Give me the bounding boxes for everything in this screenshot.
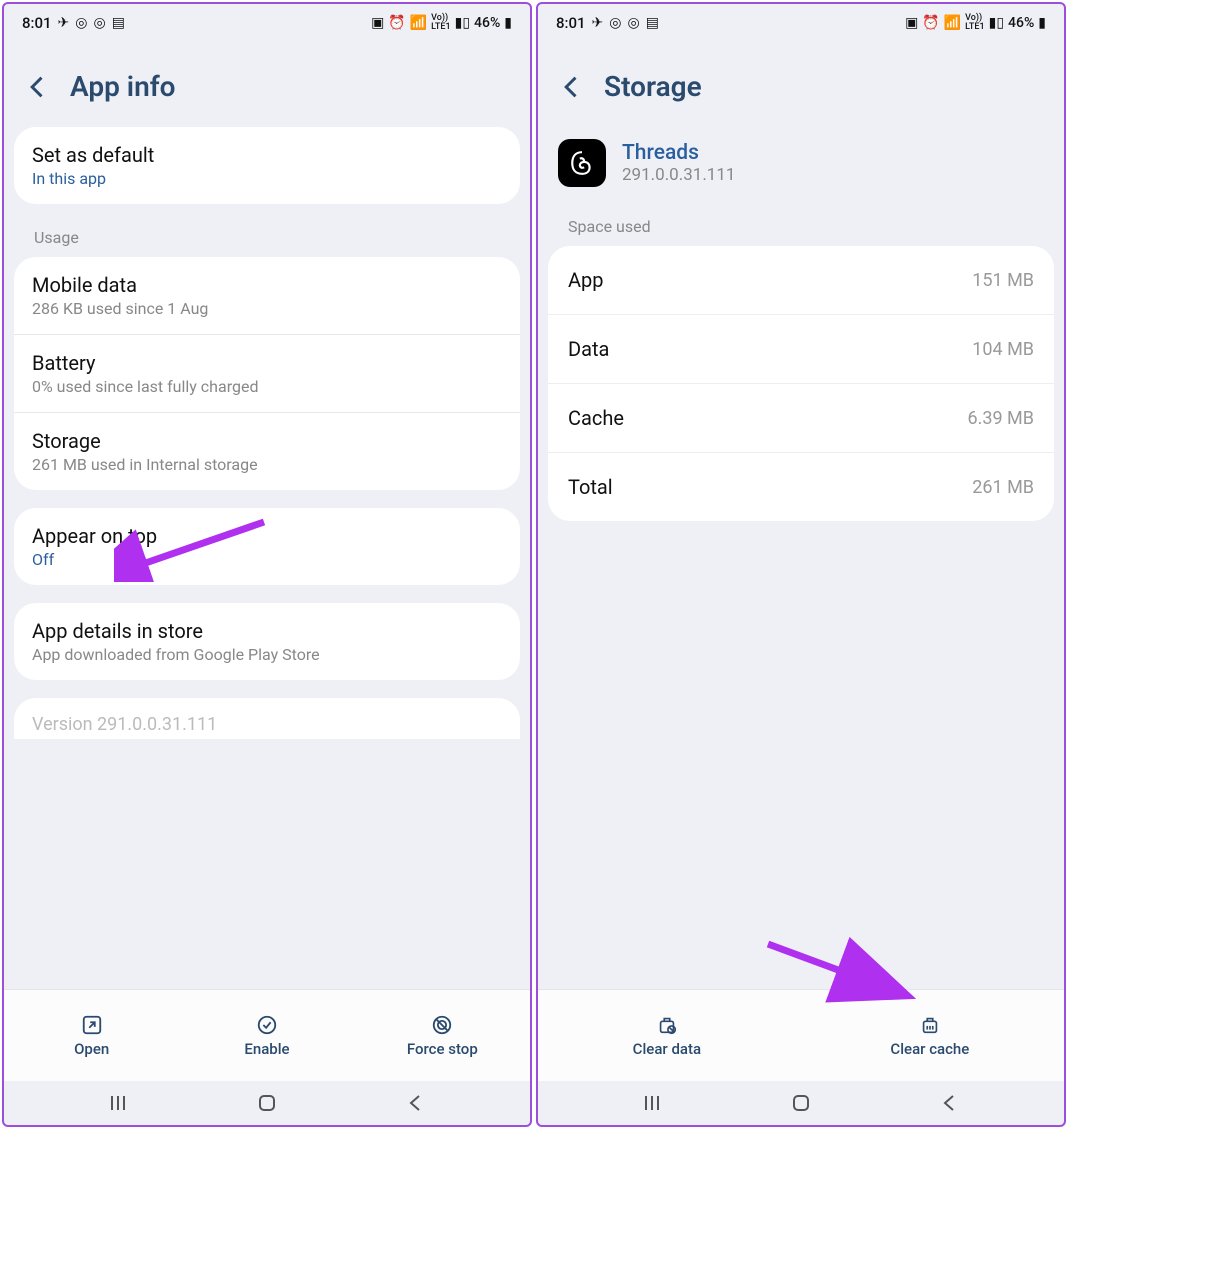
battery-icon: ▮: [1038, 15, 1046, 31]
alarm-icon: ▣: [905, 15, 918, 31]
app-row: Threads 291.0.0.31.111: [548, 127, 1054, 211]
row-app: App 151 MB: [548, 246, 1054, 315]
store-card[interactable]: App details in store App downloaded from…: [14, 603, 520, 680]
telegram-icon: ✈: [58, 15, 70, 31]
battery-text: 46%: [474, 15, 500, 31]
storage-item[interactable]: Storage 261 MB used in Internal storage: [14, 413, 520, 490]
instagram-icon: ◎: [609, 15, 621, 31]
clock-icon: ⏰: [922, 15, 939, 31]
space-used-label: Space used: [548, 211, 1054, 246]
space-card: App 151 MB Data 104 MB Cache 6.39 MB Tot…: [548, 246, 1054, 521]
signal-icon: ▮▯: [989, 15, 1004, 31]
home-button[interactable]: [255, 1091, 279, 1115]
back-icon[interactable]: [558, 73, 586, 101]
bottom-bar: Open Enable Force stop: [4, 989, 530, 1081]
signal-icon: ▮▯: [455, 15, 470, 31]
page-header: App info: [4, 42, 530, 121]
status-time: 8:01: [22, 14, 52, 32]
status-bar: 8:01 ✈ ◎ ◎ ▤ ▣ ⏰ 📶 Vo))LTE1 ▮▯ 46% ▮: [4, 4, 530, 42]
set-default-card[interactable]: Set as default In this app: [14, 127, 520, 204]
app-name: Threads: [622, 141, 735, 165]
set-default-title: Set as default: [32, 143, 502, 167]
set-default-sub: In this app: [32, 169, 502, 188]
clock-icon: ⏰: [388, 15, 405, 31]
instagram-icon-2: ◎: [93, 15, 105, 31]
row-cache: Cache 6.39 MB: [548, 384, 1054, 453]
recents-button[interactable]: [106, 1091, 130, 1115]
instagram-icon-2: ◎: [627, 15, 639, 31]
enable-button[interactable]: Enable: [179, 990, 354, 1081]
page-title: Storage: [604, 70, 702, 103]
battery-item[interactable]: Battery 0% used since last fully charged: [14, 335, 520, 413]
row-total: Total 261 MB: [548, 453, 1054, 521]
clear-cache-icon: [919, 1014, 941, 1036]
nav-bar: [538, 1081, 1064, 1125]
usage-label: Usage: [14, 222, 520, 257]
mobile-data-item[interactable]: Mobile data 286 KB used since 1 Aug: [14, 257, 520, 335]
nav-back-button[interactable]: [938, 1091, 962, 1115]
phone-left: 8:01 ✈ ◎ ◎ ▤ ▣ ⏰ 📶 Vo))LTE1 ▮▯ 46% ▮ App…: [2, 2, 532, 1127]
threads-app-icon: [558, 139, 606, 187]
volte-icon: Vo))LTE1: [965, 14, 984, 32]
nav-back-button[interactable]: [404, 1091, 428, 1115]
battery-icon: ▮: [504, 15, 512, 31]
telegram-icon: ✈: [592, 15, 604, 31]
status-bar: 8:01 ✈ ◎ ◎ ▤ ▣ ⏰ 📶 Vo))LTE1 ▮▯ 46% ▮: [538, 4, 1064, 42]
gallery-icon: ▤: [646, 15, 659, 31]
phone-right: 8:01 ✈ ◎ ◎ ▤ ▣ ⏰ 📶 Vo))LTE1 ▮▯ 46% ▮ Sto…: [536, 2, 1066, 1127]
wifi-icon: 📶: [944, 15, 961, 31]
forcestop-button[interactable]: Force stop: [355, 990, 530, 1081]
forcestop-icon: [431, 1014, 453, 1036]
wifi-icon: 📶: [410, 15, 427, 31]
version-card: Version 291.0.0.31.111: [14, 698, 520, 739]
nav-bar: [4, 1081, 530, 1125]
row-data: Data 104 MB: [548, 315, 1054, 384]
volte-icon: Vo))LTE1: [431, 14, 450, 32]
status-time: 8:01: [556, 14, 586, 32]
recents-button[interactable]: [640, 1091, 664, 1115]
battery-text: 46%: [1008, 15, 1034, 31]
back-icon[interactable]: [24, 73, 52, 101]
gallery-icon: ▤: [112, 15, 125, 31]
clear-cache-button[interactable]: Clear cache: [850, 990, 1009, 1081]
appear-card[interactable]: Appear on top Off: [14, 508, 520, 585]
bottom-bar: Clear data Clear cache: [538, 989, 1064, 1081]
instagram-icon: ◎: [75, 15, 87, 31]
clear-data-button[interactable]: Clear data: [593, 990, 741, 1081]
page-title: App info: [70, 70, 176, 103]
page-header: Storage: [538, 42, 1064, 121]
enable-icon: [256, 1014, 278, 1036]
usage-card: Mobile data 286 KB used since 1 Aug Batt…: [14, 257, 520, 490]
clear-data-icon: [656, 1014, 678, 1036]
open-icon: [81, 1014, 103, 1036]
home-button[interactable]: [789, 1091, 813, 1115]
alarm-icon: ▣: [371, 15, 384, 31]
app-version: 291.0.0.31.111: [622, 165, 735, 185]
open-button[interactable]: Open: [4, 990, 179, 1081]
